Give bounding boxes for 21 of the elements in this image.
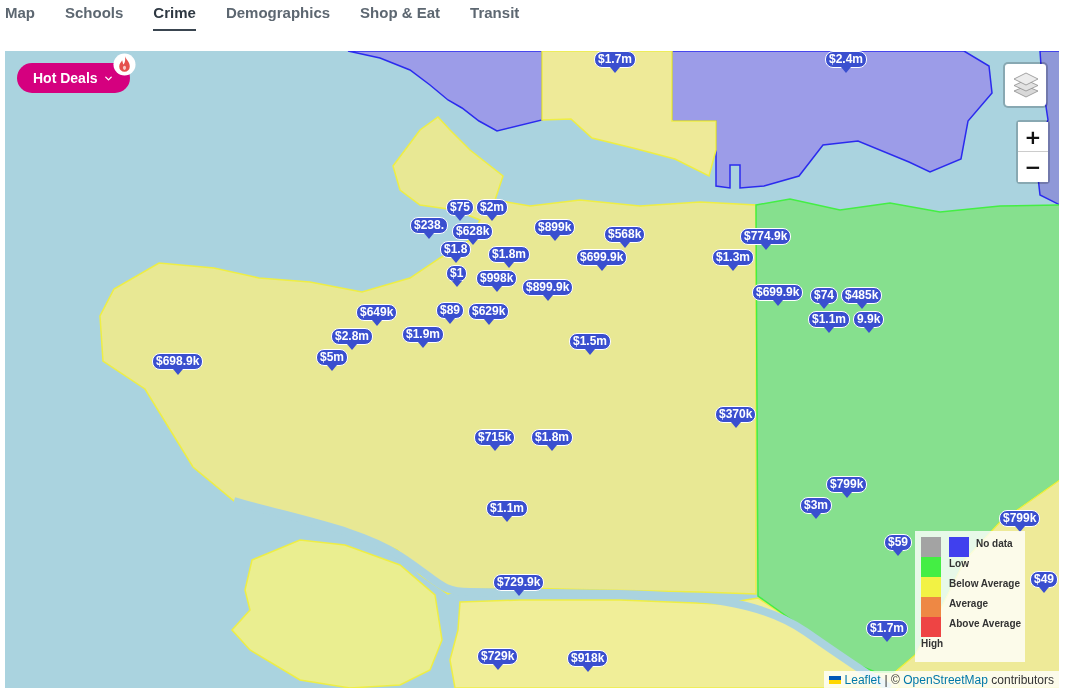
legend-label: Above Average (949, 617, 1022, 631)
legend-label: Average (949, 597, 989, 611)
legend-label: No data (976, 537, 1013, 551)
legend-label: Low (949, 557, 969, 571)
flame-icon (113, 53, 136, 76)
zoom-in-button[interactable]: + (1018, 122, 1048, 152)
nav-tab[interactable]: Schools (65, 3, 124, 31)
flag-icon (828, 675, 841, 684)
layers-icon (1011, 71, 1040, 99)
legend-label: Below Average (949, 577, 1020, 591)
openstreetmap-link[interactable]: OpenStreetMap (903, 672, 988, 687)
nav-tab[interactable]: Shop & Eat (360, 3, 441, 31)
nav-tab[interactable]: Transit (470, 3, 520, 31)
attribution-text: | © OpenStreetMap contributors (884, 672, 1054, 687)
nav-tab[interactable]: Crime (153, 3, 196, 31)
leaflet-link[interactable]: Leaflet (844, 672, 881, 687)
layers-button[interactable] (1003, 62, 1048, 108)
hot-deals-button[interactable]: Hot Deals (17, 63, 130, 93)
nav-tab[interactable]: Map (5, 3, 35, 31)
nav-tab[interactable]: Demographics (225, 3, 331, 31)
legend-label: High (921, 637, 944, 651)
